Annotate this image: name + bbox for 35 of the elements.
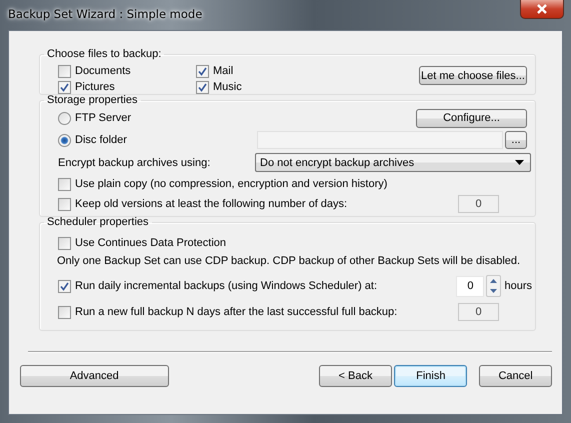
hours-field[interactable]: 0 bbox=[456, 276, 484, 296]
checkbox-option[interactable]: Music bbox=[196, 79, 316, 95]
check-icon bbox=[60, 282, 69, 290]
dialog-button[interactable]: Finish bbox=[394, 365, 468, 387]
configure-button[interactable]: Configure... bbox=[416, 108, 527, 128]
dropdown-arrow-icon bbox=[515, 160, 524, 165]
browse-button[interactable]: ... bbox=[505, 131, 527, 149]
checkbox-option[interactable]: Run daily incremental backups (using Windows Scheduler) at: bbox=[58, 280, 378, 292]
group-title: Choose files to backup: bbox=[46, 47, 162, 61]
encrypt-label: Encrypt backup archives using: bbox=[58, 156, 210, 168]
radio-option[interactable]: Disc folder bbox=[58, 134, 127, 146]
unit-label: hours bbox=[504, 280, 532, 292]
window-title: Backup Set Wizard : Simple mode bbox=[8, 6, 202, 21]
check-icon bbox=[60, 82, 69, 92]
number-field[interactable]: 0 bbox=[458, 195, 499, 213]
cdp-note: Only one Backup Set can use CDP backup. CDP backup of other Backup Sets will be disabled. bbox=[57, 255, 522, 269]
checkbox-option[interactable]: Pictures bbox=[58, 79, 196, 95]
number-field[interactable]: 0 bbox=[458, 303, 499, 321]
group-title: Scheduler properties bbox=[46, 215, 150, 229]
encryption-dropdown[interactable]: Do not encrypt backup archives bbox=[255, 153, 531, 172]
checkbox-option[interactable]: Run a new full backup N days after the last successful full backup: bbox=[58, 306, 398, 318]
choose-files-button[interactable]: Let me choose files... bbox=[419, 66, 527, 85]
checkbox-option[interactable]: Mail bbox=[196, 63, 316, 79]
checkbox-option[interactable]: Documents bbox=[58, 63, 196, 79]
close-icon bbox=[536, 4, 548, 14]
dialog-button[interactable]: < Back bbox=[318, 365, 392, 387]
close-button[interactable] bbox=[520, 0, 564, 19]
spin-buttons[interactable] bbox=[486, 275, 502, 297]
dialog-button[interactable]: Cancel bbox=[479, 365, 552, 387]
checkbox-option[interactable]: Use Continues Data Protection bbox=[58, 236, 226, 250]
checkbox-option[interactable]: Use plain copy (no compression, encryption and version history) bbox=[58, 178, 388, 190]
dialog-button[interactable]: Advanced bbox=[20, 365, 169, 387]
radio-option[interactable]: FTP Server bbox=[58, 112, 132, 124]
group-title: Storage properties bbox=[46, 93, 138, 107]
checkbox-option[interactable]: Keep old versions at least the following number of days: bbox=[58, 198, 348, 210]
